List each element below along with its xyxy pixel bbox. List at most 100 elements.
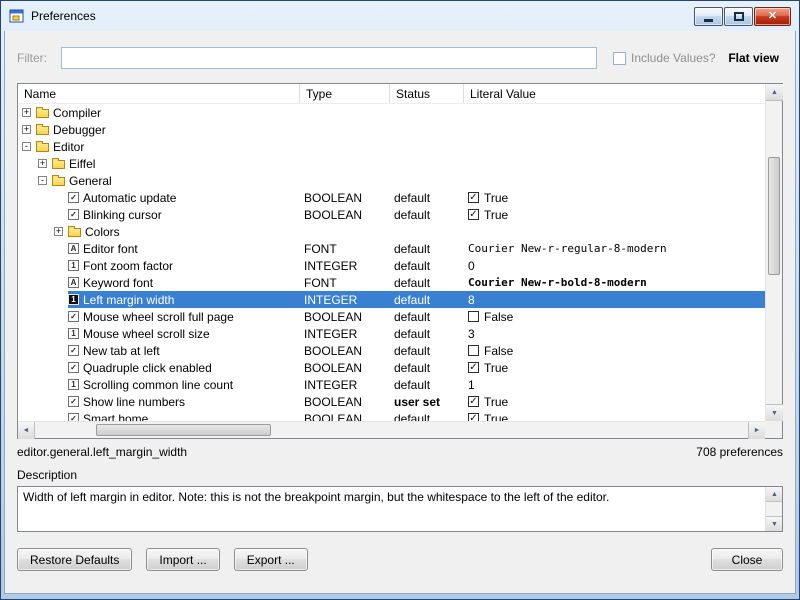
preferences-tree: Name Type Status Literal Value + Compiler… — [17, 83, 783, 439]
pref-literal-value: 8 — [462, 293, 765, 307]
app-icon — [9, 8, 25, 24]
expand-icon[interactable]: + — [22, 108, 31, 117]
tree-row[interactable]: +Eiffel — [18, 155, 765, 172]
vertical-scroll-thumb[interactable] — [768, 157, 780, 275]
tree-row[interactable]: 1Scrolling common line countINTEGERdefau… — [18, 376, 765, 393]
tree-indent — [18, 223, 54, 240]
pref-name: Automatic update — [83, 191, 298, 205]
checked-checkbox-icon[interactable]: ✓ — [468, 413, 479, 421]
window-controls: ✕ — [694, 7, 791, 26]
close-icon: ✕ — [768, 11, 777, 22]
filter-row: Filter: Include Values? Flat view — [17, 45, 783, 71]
pref-literal-value: False — [462, 310, 765, 324]
scroll-left-icon[interactable]: ◄ — [18, 422, 35, 439]
include-values-checkbox[interactable] — [613, 52, 626, 65]
expand-icon[interactable]: + — [38, 159, 47, 168]
scroll-down-icon[interactable]: ▼ — [766, 404, 783, 421]
tree-row[interactable]: -Editor — [18, 138, 765, 155]
pref-type: INTEGER — [298, 259, 388, 273]
close-button[interactable]: ✕ — [754, 7, 791, 26]
unchecked-checkbox-icon[interactable] — [468, 345, 479, 356]
flat-view-button[interactable]: Flat view — [728, 51, 783, 65]
window-title: Preferences — [31, 9, 96, 23]
pref-type: BOOLEAN — [298, 344, 388, 358]
collapse-icon[interactable]: - — [38, 176, 47, 185]
horizontal-scrollbar[interactable]: ◄ ► — [18, 421, 765, 438]
scrollbar-corner — [765, 421, 782, 438]
description-scroll-down-icon[interactable]: ▼ — [766, 516, 783, 531]
include-values-label: Include Values? — [631, 51, 716, 65]
row-body: 1Left margin widthINTEGERdefault8 — [68, 291, 765, 308]
pref-name: General — [69, 174, 300, 188]
checked-checkbox-icon[interactable]: ✓ — [468, 362, 479, 373]
description-scroll-up-icon[interactable]: ▲ — [766, 487, 783, 502]
filter-input[interactable] — [61, 47, 597, 69]
tree-row[interactable]: 1Font zoom factorINTEGERdefault0 — [18, 257, 765, 274]
pref-value-text: False — [484, 310, 513, 324]
unchecked-checkbox-icon[interactable] — [468, 311, 479, 322]
tree-row[interactable]: AKeyword fontFONTdefaultCourier New-r-bo… — [18, 274, 765, 291]
tree-row[interactable]: ✓Blinking cursorBOOLEANdefault✓True — [18, 206, 765, 223]
column-header-type[interactable]: Type — [300, 84, 390, 103]
row-body: Editor — [36, 138, 765, 155]
column-header-status[interactable]: Status — [390, 84, 464, 103]
boolean-icon: ✓ — [68, 209, 79, 220]
scroll-up-icon[interactable]: ▲ — [766, 84, 783, 101]
row-body: Debugger — [36, 121, 765, 138]
row-body: Compiler — [36, 104, 765, 121]
tree-row[interactable]: ✓Quadruple click enabledBOOLEANdefault✓T… — [18, 359, 765, 376]
tree-row[interactable]: ✓Show line numbersBOOLEANuser set✓True — [18, 393, 765, 410]
maximize-button[interactable] — [724, 7, 753, 26]
tree-row[interactable]: + Colors — [18, 223, 765, 240]
expander-slot: + — [54, 227, 68, 236]
checked-checkbox-icon[interactable]: ✓ — [468, 209, 479, 220]
import-button[interactable]: Import ... — [146, 548, 219, 571]
export-button[interactable]: Export ... — [234, 548, 308, 571]
folder-icon — [52, 160, 65, 169]
pref-name: Colors — [85, 225, 300, 239]
expand-icon[interactable]: + — [54, 227, 63, 236]
tree-row[interactable]: 1Left margin widthINTEGERdefault8 — [18, 291, 765, 308]
pref-type: BOOLEAN — [298, 395, 388, 409]
tree-row[interactable]: + Debugger — [18, 121, 765, 138]
minimize-button[interactable] — [694, 7, 723, 26]
tree-row[interactable]: ✓New tab at leftBOOLEANdefaultFalse — [18, 342, 765, 359]
selected-preference-path: editor.general.left_margin_width — [17, 445, 187, 459]
tree-indent — [18, 291, 54, 308]
row-body: ✓Smart homeBOOLEANdefault✓True — [68, 410, 765, 421]
font-icon: A — [68, 243, 79, 254]
integer-icon: 1 — [68, 328, 79, 339]
row-body: Colors — [68, 223, 765, 240]
collapse-icon[interactable]: - — [22, 142, 31, 151]
boolean-icon: ✓ — [68, 345, 79, 356]
restore-defaults-button[interactable]: Restore Defaults — [17, 548, 132, 571]
titlebar[interactable]: Preferences ✕ — [4, 1, 796, 31]
column-header-name[interactable]: Name — [18, 84, 300, 103]
row-body: 1Scrolling common line countINTEGERdefau… — [68, 376, 765, 393]
close-dialog-button[interactable]: Close — [711, 548, 783, 571]
pref-status: default — [388, 242, 462, 256]
tree-row[interactable]: ✓Automatic updateBOOLEANdefault✓True — [18, 189, 765, 206]
pref-name: Font zoom factor — [83, 259, 298, 273]
tree-row[interactable]: AEditor fontFONTdefaultCourier New-r-reg… — [18, 240, 765, 257]
tree-indent — [18, 376, 54, 393]
pref-literal-value: ✓True — [462, 361, 765, 375]
pref-name: Quadruple click enabled — [83, 361, 298, 375]
scroll-right-icon[interactable]: ► — [748, 422, 765, 439]
description-scrollbar[interactable]: ▲ ▼ — [765, 487, 782, 531]
expand-icon[interactable]: + — [22, 125, 31, 134]
description-box: Width of left margin in editor. Note: th… — [17, 486, 783, 532]
horizontal-scroll-thumb[interactable] — [96, 424, 271, 436]
tree-row[interactable]: + Compiler — [18, 104, 765, 121]
checked-checkbox-icon[interactable]: ✓ — [468, 192, 479, 203]
vertical-scrollbar[interactable]: ▲ ▼ — [765, 84, 782, 421]
pref-value-text: True — [484, 208, 508, 222]
tree-row[interactable]: ✓Smart homeBOOLEANdefault✓True — [18, 410, 765, 421]
column-header-literal-value[interactable]: Literal Value — [464, 84, 765, 103]
tree-row[interactable]: ✓Mouse wheel scroll full pageBOOLEANdefa… — [18, 308, 765, 325]
tree-row[interactable]: 1Mouse wheel scroll sizeINTEGERdefault3 — [18, 325, 765, 342]
tree-row[interactable]: - General — [18, 172, 765, 189]
pref-status: default — [388, 259, 462, 273]
pref-status: default — [388, 361, 462, 375]
checked-checkbox-icon[interactable]: ✓ — [468, 396, 479, 407]
